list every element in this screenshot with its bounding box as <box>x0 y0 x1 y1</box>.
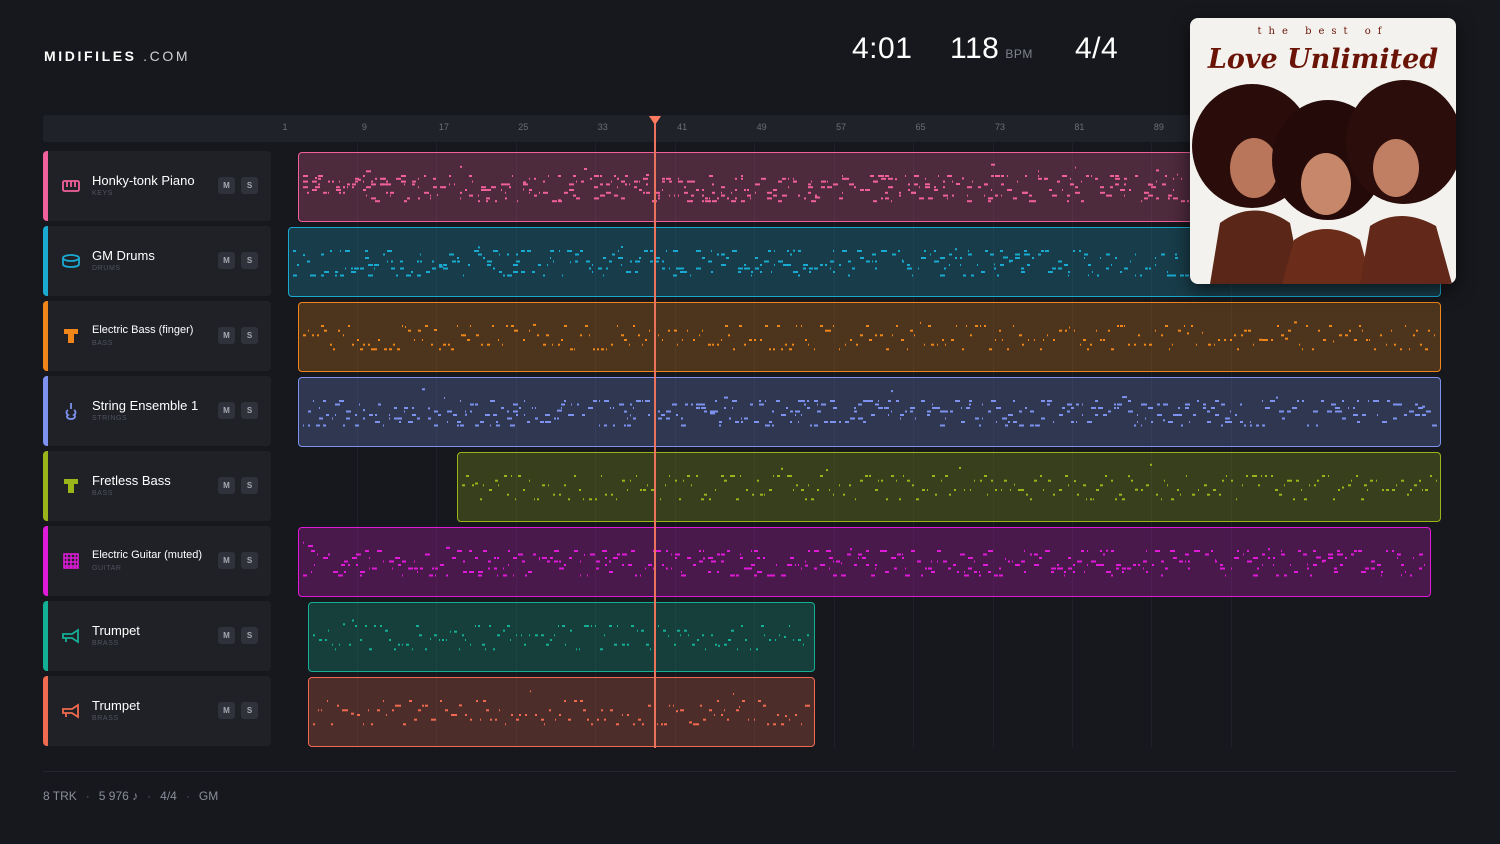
track-name: Electric Bass (finger) <box>92 324 194 336</box>
track-header[interactable]: Trumpet BRASS M S <box>43 676 271 746</box>
track-name: Trumpet <box>92 698 140 713</box>
album-cover-title: Love Unlimited <box>1207 44 1438 75</box>
mute-button[interactable]: M <box>218 477 235 494</box>
track-color-bar <box>43 601 48 671</box>
track-category: STRINGS <box>92 415 128 422</box>
track-color-bar <box>43 451 48 521</box>
ruler-tick: 73 <box>994 122 1005 132</box>
track-name: Electric Guitar (muted) <box>92 549 203 561</box>
footer-divider <box>43 771 1456 772</box>
ruler-tick: 25 <box>518 122 529 132</box>
brand-name: MIDIFILES <box>44 48 137 64</box>
album-cover-subtitle: the best of <box>1258 26 1389 37</box>
solo-button[interactable]: S <box>241 327 258 344</box>
ruler-tick: 17 <box>438 122 449 132</box>
track-name: Honky-tonk Piano <box>92 173 195 188</box>
track-name: String Ensemble 1 <box>92 398 199 413</box>
footer-time-signature: 4/4 <box>160 789 177 803</box>
solo-button[interactable]: S <box>241 552 258 569</box>
mute-button[interactable]: M <box>218 327 235 344</box>
track-header[interactable]: GM Drums DRUMS M S <box>43 226 271 296</box>
bass-icon <box>61 476 81 496</box>
solo-button[interactable]: S <box>241 177 258 194</box>
bass-icon <box>61 326 81 346</box>
ruler-tick: 9 <box>361 122 367 132</box>
guitar-icon <box>61 551 81 571</box>
track-clip[interactable] <box>297 377 1441 447</box>
ruler-tick: 33 <box>597 122 608 132</box>
mute-button[interactable]: M <box>218 177 235 194</box>
track-header[interactable]: Fretless Bass BASS M S <box>43 451 271 521</box>
drum-icon <box>61 251 81 271</box>
track-clip[interactable] <box>307 677 816 747</box>
status-bar: 8 TRK · 5 976 ♪ · 4/4 · GM <box>43 789 219 803</box>
track-category: KEYS <box>92 190 114 197</box>
tempo-display: 118 BPM <box>950 32 1033 66</box>
track-clip[interactable] <box>307 602 816 672</box>
playhead[interactable] <box>654 124 656 748</box>
track-category: GUITAR <box>92 565 122 572</box>
track-color-bar <box>43 226 48 296</box>
track-color-bar <box>43 301 48 371</box>
ruler-tick: 81 <box>1074 122 1085 132</box>
trumpet-icon <box>61 626 81 646</box>
brand-suffix: .COM <box>143 48 191 64</box>
ruler-tick: 57 <box>836 122 847 132</box>
track-name: Fretless Bass <box>92 473 171 488</box>
mute-button[interactable]: M <box>218 252 235 269</box>
track-category: DRUMS <box>92 265 121 272</box>
time-signature-display: 4/4 <box>1075 32 1119 65</box>
track-header[interactable]: Trumpet BRASS M S <box>43 601 271 671</box>
track-clip[interactable] <box>297 527 1431 597</box>
track-header[interactable]: Honky-tonk Piano KEYS M S <box>43 151 271 221</box>
solo-button[interactable]: S <box>241 252 258 269</box>
solo-button[interactable]: S <box>241 702 258 719</box>
violin-icon <box>61 401 81 421</box>
album-cover: the best of Love Unlimited <box>1190 18 1456 284</box>
track-color-bar <box>43 676 48 746</box>
track-category: BRASS <box>92 640 119 647</box>
track-category: BRASS <box>92 715 119 722</box>
solo-button[interactable]: S <box>241 627 258 644</box>
ruler-tick: 41 <box>677 122 688 132</box>
midi-standard: GM <box>198 789 219 803</box>
brand-logo: MIDIFILES .COM <box>44 48 190 64</box>
mute-button[interactable]: M <box>218 627 235 644</box>
track-color-bar <box>43 376 48 446</box>
track-color-bar <box>43 526 48 596</box>
track-clip[interactable] <box>456 452 1441 522</box>
solo-button[interactable]: S <box>241 402 258 419</box>
ruler-tick: 89 <box>1153 122 1164 132</box>
track-name: Trumpet <box>92 623 140 638</box>
track-color-bar <box>43 151 48 221</box>
tempo-unit: BPM <box>1005 47 1033 61</box>
track-header[interactable]: Electric Guitar (muted) GUITAR M S <box>43 526 271 596</box>
mute-button[interactable]: M <box>218 402 235 419</box>
album-cover-art: the best of Love Unlimited <box>1190 18 1456 284</box>
ruler-tick: 49 <box>756 122 767 132</box>
track-category: BASS <box>92 340 114 347</box>
piano-icon <box>61 176 81 196</box>
tempo-value: 118 <box>950 32 1000 65</box>
track-header[interactable]: Electric Bass (finger) BASS M S <box>43 301 271 371</box>
track-header[interactable]: String Ensemble 1 STRINGS M S <box>43 376 271 446</box>
track-clip[interactable] <box>297 302 1441 372</box>
mute-button[interactable]: M <box>218 552 235 569</box>
mute-button[interactable]: M <box>218 702 235 719</box>
track-name: GM Drums <box>92 248 155 263</box>
trumpet-icon <box>61 701 81 721</box>
track-category: BASS <box>92 490 114 497</box>
ruler-tick: 65 <box>915 122 926 132</box>
duration-display: 4:01 <box>852 32 913 65</box>
ruler-tick: 1 <box>282 122 288 132</box>
track-count: 8 TRK <box>43 789 77 803</box>
solo-button[interactable]: S <box>241 477 258 494</box>
note-count: 5 976 ♪ <box>98 789 139 803</box>
